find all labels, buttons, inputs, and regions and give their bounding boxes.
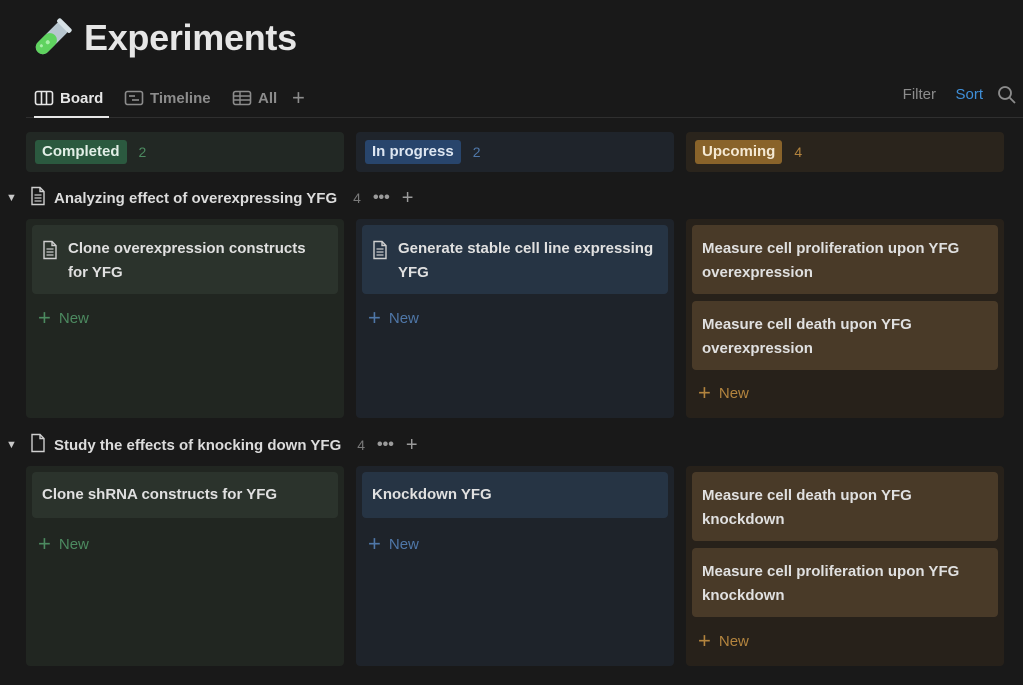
board-card[interactable]: Measure cell proliferation upon YFG over…: [692, 225, 998, 294]
plus-icon: +: [38, 305, 51, 330]
board-card[interactable]: Measure cell death upon YFG knockdown: [692, 472, 998, 541]
new-label: New: [718, 384, 749, 402]
tab-timeline[interactable]: Timeline: [124, 84, 211, 112]
timeline-icon: [124, 90, 144, 106]
more-options-button[interactable]: •••: [377, 436, 394, 454]
board-card[interactable]: Knockdown YFG: [362, 472, 668, 518]
board-icon: [34, 90, 54, 106]
board-card[interactable]: Measure cell proliferation upon YFG knoc…: [692, 548, 998, 617]
card-title: Generate stable cell line expressing YFG: [398, 240, 654, 281]
column-header-in-progress[interactable]: In progress 2: [356, 132, 674, 172]
status-badge-completed: Completed: [35, 140, 127, 164]
new-card-button[interactable]: + New: [698, 628, 749, 653]
plus-icon: +: [698, 380, 711, 405]
document-icon: [30, 186, 46, 210]
add-view-button[interactable]: +: [292, 84, 305, 112]
lane-completed: Clone shRNA constructs for YFG + New: [26, 466, 344, 666]
plus-icon: +: [368, 531, 381, 556]
tab-timeline-label: Timeline: [150, 89, 211, 107]
collapse-triangle-icon[interactable]: ▼: [6, 192, 18, 204]
add-item-button[interactable]: +: [406, 434, 418, 457]
view-tabs-bar: Board Timeline All + Filter Sort: [26, 80, 1023, 118]
plus-icon: +: [38, 531, 51, 556]
lane-in-progress: Knockdown YFG + New: [356, 466, 674, 666]
group-count: 4: [357, 437, 366, 453]
page-title[interactable]: Experiments: [84, 17, 297, 59]
card-title: Measure cell proliferation upon YFG over…: [702, 240, 960, 281]
tab-board[interactable]: Board: [34, 84, 110, 118]
card-title: Clone overexpression constructs for YFG: [68, 240, 306, 281]
board-card[interactable]: Measure cell death upon YFG overexpressi…: [692, 301, 998, 370]
tab-all[interactable]: All: [232, 84, 277, 112]
test-tube-icon[interactable]: [28, 14, 76, 62]
new-label: New: [388, 309, 419, 327]
blank-page-icon: [30, 433, 46, 457]
column-count: 4: [794, 144, 803, 160]
lane-upcoming: Measure cell proliferation upon YFG over…: [686, 219, 1004, 418]
tab-all-label: All: [258, 89, 278, 107]
card-title: Measure cell death upon YFG knockdown: [702, 487, 912, 528]
status-badge-upcoming: Upcoming: [695, 140, 783, 164]
column-count: 2: [472, 144, 481, 160]
card-title: Knockdown YFG: [372, 486, 492, 503]
new-card-button[interactable]: + New: [368, 531, 419, 556]
card-title: Measure cell proliferation upon YFG knoc…: [702, 563, 960, 604]
new-card-button[interactable]: + New: [38, 305, 89, 330]
card-title: Clone shRNA constructs for YFG: [42, 486, 278, 503]
board-card[interactable]: Clone overexpression constructs for YFG: [32, 225, 338, 294]
search-icon[interactable]: [997, 85, 1017, 110]
card-title: Measure cell death upon YFG overexpressi…: [702, 316, 912, 357]
tab-board-label: Board: [60, 89, 104, 107]
new-card-button[interactable]: + New: [368, 305, 419, 330]
new-label: New: [718, 632, 749, 650]
lane-upcoming: Measure cell death upon YFG knockdown Me…: [686, 466, 1004, 666]
add-item-button[interactable]: +: [402, 187, 414, 210]
new-label: New: [388, 535, 419, 553]
group-title[interactable]: Study the effects of knocking down YFG: [54, 437, 341, 454]
group-count: 4: [353, 190, 361, 206]
lane-in-progress: Generate stable cell line expressing YFG…: [356, 219, 674, 418]
column-header-upcoming[interactable]: Upcoming 4: [686, 132, 1004, 172]
document-icon: [372, 240, 388, 268]
collapse-triangle-icon[interactable]: ▼: [6, 439, 18, 451]
board-card[interactable]: Generate stable cell line expressing YFG: [362, 225, 668, 294]
plus-icon: +: [698, 628, 711, 653]
new-label: New: [58, 309, 89, 327]
more-options-button[interactable]: •••: [373, 189, 390, 207]
column-count: 2: [138, 144, 147, 160]
status-badge-in-progress: In progress: [365, 140, 461, 164]
new-label: New: [58, 535, 89, 553]
new-card-button[interactable]: + New: [38, 531, 89, 556]
lane-completed: Clone overexpression constructs for YFG …: [26, 219, 344, 418]
board-card[interactable]: Clone shRNA constructs for YFG: [32, 472, 338, 518]
table-icon: [232, 90, 252, 106]
document-icon: [42, 240, 58, 268]
group-title[interactable]: Analyzing effect of overexpressing YFG: [54, 190, 337, 207]
group-header: ▼ Study the effects of knocking down YFG…: [6, 432, 418, 458]
filter-button[interactable]: Filter: [903, 86, 936, 103]
column-header-completed[interactable]: Completed 2: [26, 132, 344, 172]
plus-icon: +: [368, 305, 381, 330]
group-header: ▼ Analyzing effect of overexpressing YFG…: [6, 185, 413, 211]
page-header: Experiments: [28, 14, 297, 62]
sort-button[interactable]: Sort: [955, 86, 983, 103]
new-card-button[interactable]: + New: [698, 380, 749, 405]
